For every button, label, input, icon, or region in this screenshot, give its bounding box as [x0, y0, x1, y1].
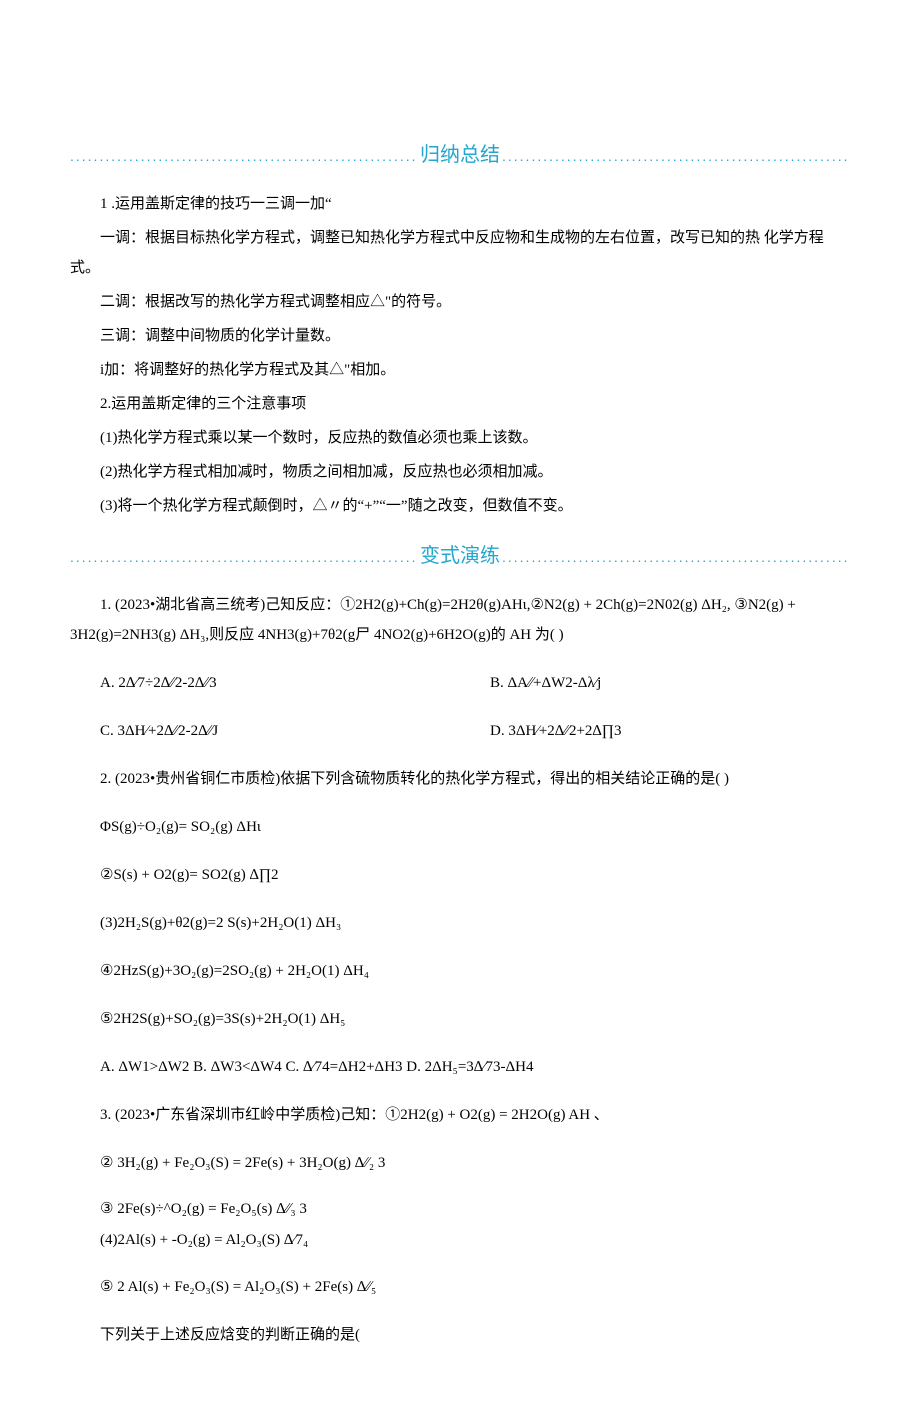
- q2-eq3: (3)2H₂S(g)+θ2(g)=2 S(s)+2H₂O(1) ΔH₃: [70, 908, 850, 938]
- summary-note1: (1)热化学方程式乘以某一个数时，反应热的数值必须也乘上该数。: [70, 423, 850, 453]
- summary-title: 归纳总结: [420, 138, 500, 167]
- q1-options-row2: C. 3ΔH⁄+2∆∕∕2-2∆∕∕J D. 3ΔH⁄+2∆∕∕2+2∆∏3: [70, 716, 850, 746]
- page: ........................................…: [0, 0, 920, 1408]
- q2-eq4: ④2HzS(g)+3O₂(g)=2SO₂(g) + 2H₂O(1) ΔH₄: [70, 956, 850, 986]
- summary-note2: (2)热化学方程式相加减时，物质之间相加减，反应热也必须相加减。: [70, 457, 850, 487]
- practice-title: 变式演练: [420, 539, 500, 568]
- q1-optC: C. 3ΔH⁄+2∆∕∕2-2∆∕∕J: [70, 716, 460, 746]
- q2-eq1: ΦS(g)÷O₂(g)= SO₂(g) ΔHι: [70, 812, 850, 842]
- section-header-summary: ........................................…: [70, 138, 850, 167]
- q1-optA: A. 2∆∕7÷2∆∕∕2-2∆∕∕3: [70, 668, 460, 698]
- q3-eq5: ⑤ 2 Al(s) + Fe₂O₃(S) = Al₂O₃(S) + 2Fe(s)…: [70, 1272, 850, 1302]
- q2-stem: 2. (2023•贵州省铜仁市质检)依据下列含硫物质转化的热化学方程式，得出的相…: [70, 764, 850, 794]
- q3-eq4: (4)2Al(s) + -O₂(g) = Al₂O₃(S) ∆∕7₄: [70, 1227, 850, 1254]
- q3-eq2: ② 3H₂(g) + Fe₂O₃(S) = 2Fe(s) + 3H₂O(g) ∆…: [70, 1148, 850, 1178]
- q1-options-row1: A. 2∆∕7÷2∆∕∕2-2∆∕∕3 B. ΔA∕∕+ΔW2-Δλ∕j: [70, 668, 850, 698]
- dots-right-2: ........................................…: [502, 549, 850, 565]
- q1-optD: D. 3ΔH⁄+2∆∕∕2+2∆∏3: [460, 716, 850, 746]
- summary-step2: 二调：根据改写的热化学方程式调整相应△"的符号。: [70, 287, 850, 317]
- q3-eq3: ③ 2Fe(s)÷^O₂(g) = Fe₂O₅(s) ∆∕∕₃ 3: [70, 1196, 850, 1223]
- section-header-practice: ........................................…: [70, 539, 850, 568]
- q2-eq5: ⑤2H2S(g)+SO₂(g)=3S(s)+2H₂O(1) ΔH₅: [70, 1004, 850, 1034]
- q3-stem: 3. (2023•广东省深圳市红岭中学质检)己知：①2H2(g) + O2(g)…: [70, 1100, 850, 1130]
- dots-left: ........................................…: [70, 148, 418, 164]
- summary-step1: 一调：根据目标热化学方程式，调整已知热化学方程式中反应物和生成物的左右位置，改写…: [70, 223, 850, 283]
- q1-stem: 1. (2023•湖北省高三统考)己知反应：①2H2(g)+Ch(g)=2H2θ…: [70, 590, 850, 650]
- summary-note-title: 2.运用盖斯定律的三个注意事项: [70, 389, 850, 419]
- q2-eq2: ②S(s) + O2(g)= SO2(g) ∆∏2: [70, 860, 850, 890]
- summary-step4: i加：将调整好的热化学方程式及其△"相加。: [70, 355, 850, 385]
- q3-tail: 下列关于上述反应焓变的判断正确的是(: [70, 1320, 850, 1350]
- q2-options: A. ΔW1>ΔW2 B. ΔW3<ΔW4 C. ∆∕74=ΔH2+ΔH3 D.…: [70, 1052, 850, 1082]
- q1-optB: B. ΔA∕∕+ΔW2-Δλ∕j: [460, 668, 850, 698]
- summary-step3: 三调：调整中间物质的化学计量数。: [70, 321, 850, 351]
- summary-note3: (3)将一个热化学方程式颠倒时，△〃的“+”“一”随之改变，但数值不变。: [70, 491, 850, 521]
- dots-right: ........................................…: [502, 148, 850, 164]
- dots-left-2: ........................................…: [70, 549, 418, 565]
- summary-rule-title: 1 .运用盖斯定律的技巧一三调一加“: [70, 189, 850, 219]
